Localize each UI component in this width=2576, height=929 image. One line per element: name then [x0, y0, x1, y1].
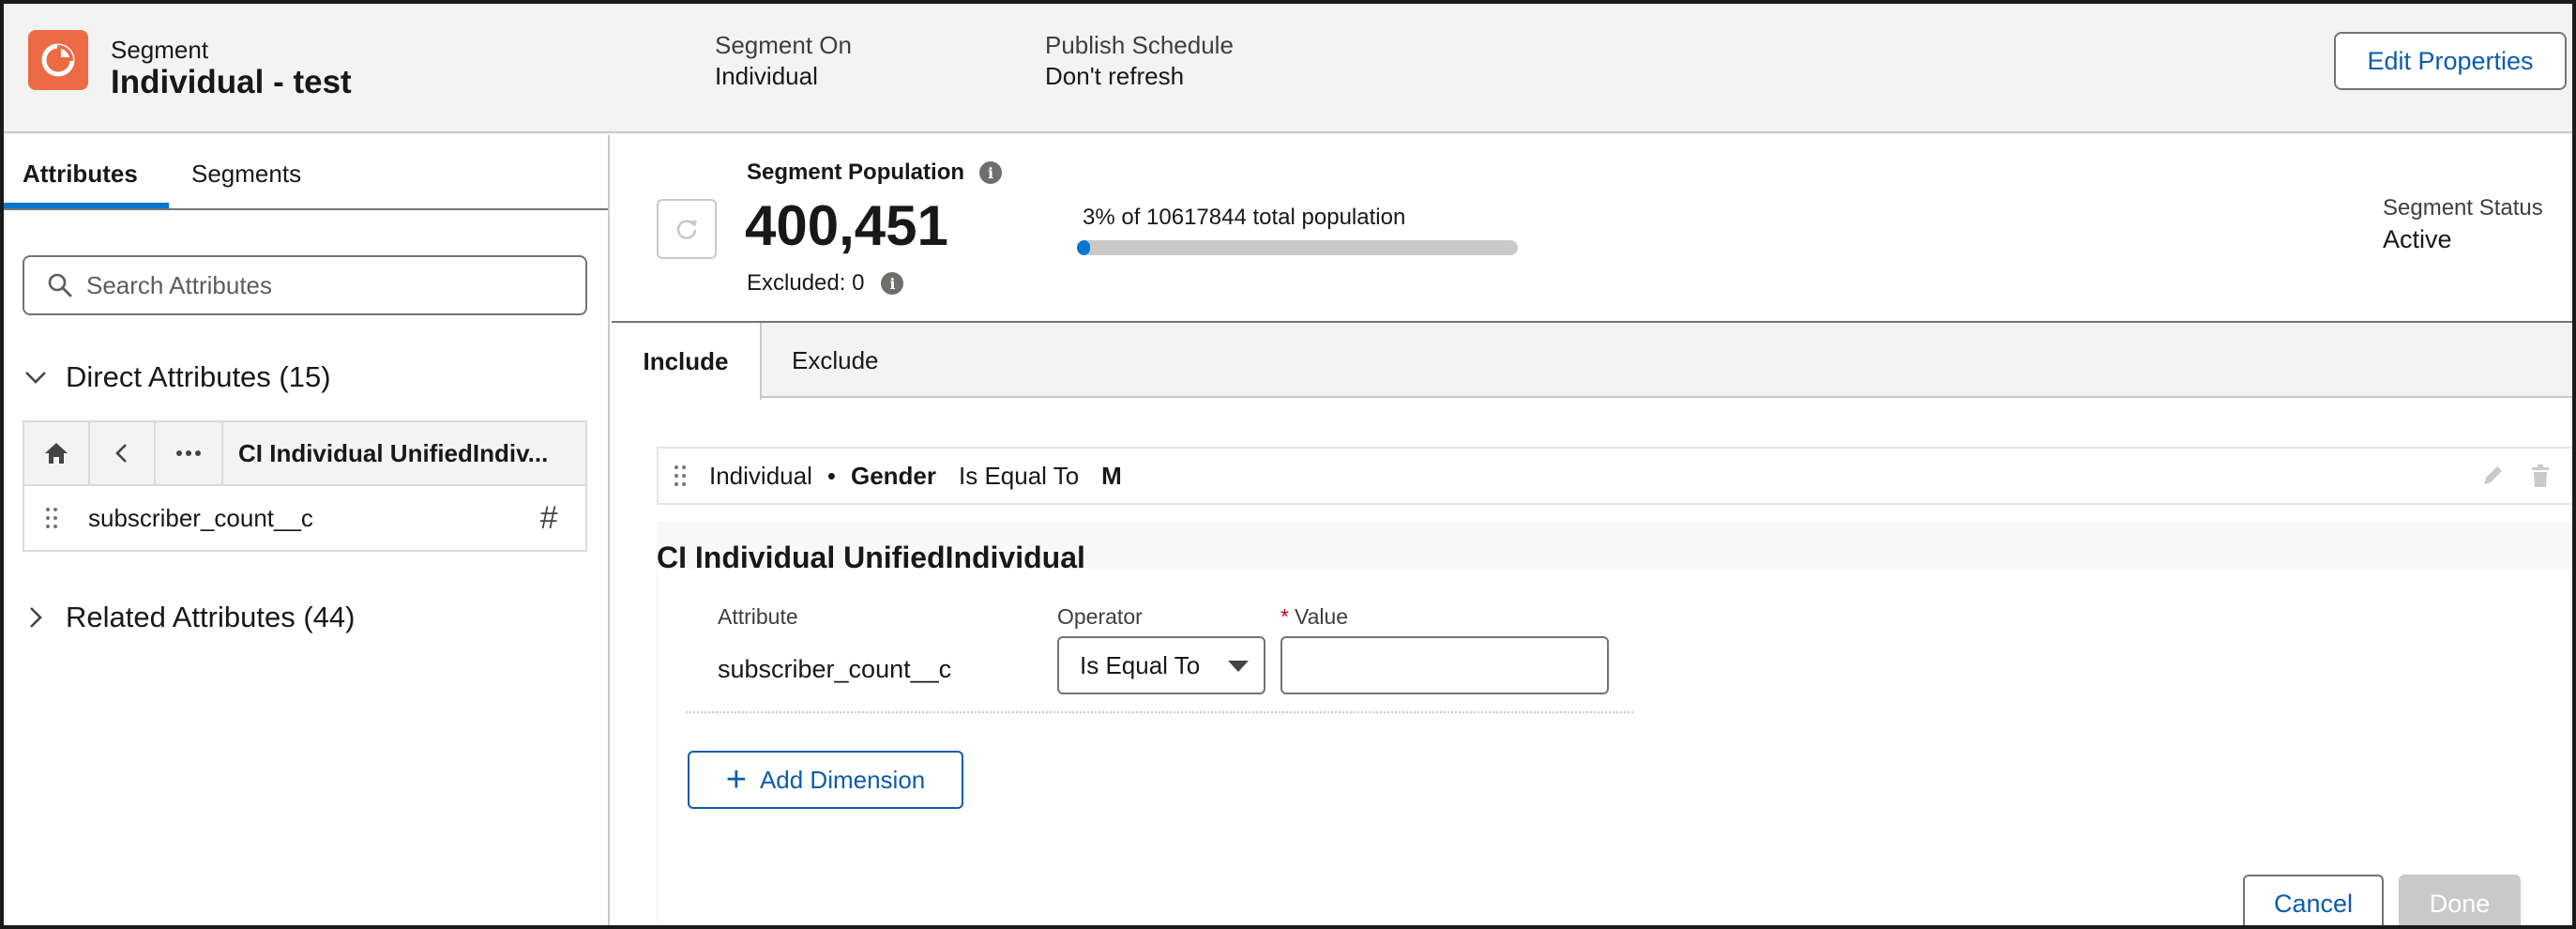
attribute-value: subscriber_count__c — [718, 655, 952, 683]
edit-pencil-icon[interactable] — [2480, 464, 2505, 488]
publish-schedule-value: Don't refresh — [1045, 62, 1185, 90]
plus-icon: + — [725, 760, 747, 800]
excluded-label: Excluded: 0 — [747, 270, 865, 296]
filter-criteria-row[interactable]: Individual • Gender Is Equal To M — [657, 447, 2572, 505]
segment-logo-icon — [28, 30, 88, 90]
segment-on-field: Segment On Individual — [715, 30, 852, 92]
criteria-object: Individual — [709, 461, 812, 490]
attribute-label: Attribute — [718, 604, 798, 629]
drag-handle-icon[interactable] — [45, 507, 58, 529]
tab-segments[interactable]: Segments — [191, 160, 301, 189]
page-header: Segment Individual - test Segment On Ind… — [4, 4, 2572, 133]
attribute-path-title: CI Individual UnifiedIndiv... — [223, 422, 585, 484]
home-button[interactable] — [24, 422, 90, 484]
search-box[interactable] — [23, 255, 587, 315]
app-frame: Segment Individual - test Segment On Ind… — [0, 0, 2576, 929]
chevron-left-icon — [115, 444, 127, 463]
excluded-row: Excluded: 0 i — [747, 270, 904, 297]
refresh-button[interactable] — [657, 199, 717, 259]
segment-on-label: Segment On — [715, 31, 852, 59]
caret-down-icon — [1228, 661, 1249, 672]
segment-on-value: Individual — [715, 62, 818, 90]
required-indicator: * — [1280, 604, 1289, 629]
search-input[interactable] — [86, 270, 574, 300]
segment-canvas-panel: Segment Population i 400,451 Excluded: 0… — [612, 135, 2572, 925]
include-canvas: Individual • Gender Is Equal To M CI Ind… — [612, 400, 2572, 925]
population-progress-fill — [1077, 240, 1091, 255]
criteria-value: M — [1101, 461, 1122, 490]
active-tab-indicator — [4, 203, 169, 208]
chevron-down-icon — [25, 372, 46, 384]
segment-status-label: Segment Status — [2383, 195, 2543, 221]
more-button[interactable] — [156, 422, 223, 484]
add-dimension-button[interactable]: + Add Dimension — [688, 751, 963, 809]
criteria-field: Gender — [850, 461, 936, 490]
segment-status-value: Active — [2383, 225, 2452, 253]
population-progress-bar — [1077, 240, 1518, 255]
publish-schedule-field: Publish Schedule Don't refresh — [1045, 30, 1234, 92]
attribute-path-bar: CI Individual UnifiedIndiv... — [23, 420, 587, 486]
direct-attributes-toggle[interactable]: Direct Attributes (15) — [23, 360, 331, 394]
population-percent-text: 3% of 10617844 total population — [1083, 205, 1406, 230]
info-icon[interactable]: i — [881, 272, 904, 295]
publish-schedule-label: Publish Schedule — [1045, 31, 1234, 59]
library-tabs: Attributes Segments — [4, 135, 608, 210]
chevron-right-icon — [30, 607, 42, 628]
number-icon: # — [539, 499, 557, 536]
criteria-separator: • — [826, 461, 836, 490]
attribute-editor: CI Individual UnifiedIndividual Attribut… — [657, 522, 2572, 925]
divider — [686, 711, 1633, 713]
canvas-tabs: Include Exclude — [612, 323, 2572, 400]
related-attributes-toggle[interactable]: Related Attributes (44) — [23, 601, 355, 634]
value-input[interactable] — [1280, 636, 1609, 694]
operator-label: Operator — [1057, 604, 1143, 629]
page-title: Individual - test — [111, 64, 352, 100]
population-summary: Segment Population i 400,451 Excluded: 0… — [612, 135, 2572, 323]
tab-include[interactable]: Include — [612, 323, 762, 400]
cancel-button[interactable]: Cancel — [2243, 875, 2384, 925]
population-label: Segment Population — [747, 160, 965, 185]
attribute-library-panel: Attributes Segments Direct Attributes (1… — [4, 135, 610, 925]
direct-attributes-label: Direct Attributes (15) — [66, 360, 331, 393]
value-label: Value — [1294, 604, 1349, 629]
operator-selected-value: Is Equal To — [1080, 650, 1201, 679]
delete-trash-icon[interactable] — [2529, 464, 2552, 488]
object-type-label: Segment — [111, 36, 209, 64]
more-icon — [176, 450, 201, 456]
population-count: 400,451 — [745, 194, 948, 257]
tab-attributes[interactable]: Attributes — [23, 160, 138, 189]
criteria-operator: Is Equal To — [959, 461, 1080, 490]
done-button[interactable]: Done — [2399, 875, 2521, 925]
related-attributes-label: Related Attributes (44) — [66, 601, 356, 633]
refresh-icon — [676, 220, 697, 239]
back-button[interactable] — [90, 422, 156, 484]
operator-select[interactable]: Is Equal To — [1057, 636, 1265, 694]
search-icon — [48, 273, 72, 297]
criteria-actions — [2480, 464, 2552, 488]
drag-handle-icon[interactable] — [674, 464, 687, 487]
value-label-row: * Value — [1280, 604, 1348, 630]
editor-form: Attribute Operator * Value subscriber_cou… — [657, 569, 2572, 925]
attribute-name: subscriber_count__c — [88, 503, 313, 532]
home-icon — [45, 443, 68, 464]
population-label-row: Segment Population i — [747, 160, 1003, 186]
attribute-list-item[interactable]: subscriber_count__c # — [23, 486, 587, 552]
info-icon[interactable]: i — [979, 161, 1003, 184]
tab-exclude[interactable]: Exclude — [792, 323, 879, 398]
edit-properties-button[interactable]: Edit Properties — [2334, 32, 2567, 90]
add-dimension-label: Add Dimension — [759, 765, 926, 794]
